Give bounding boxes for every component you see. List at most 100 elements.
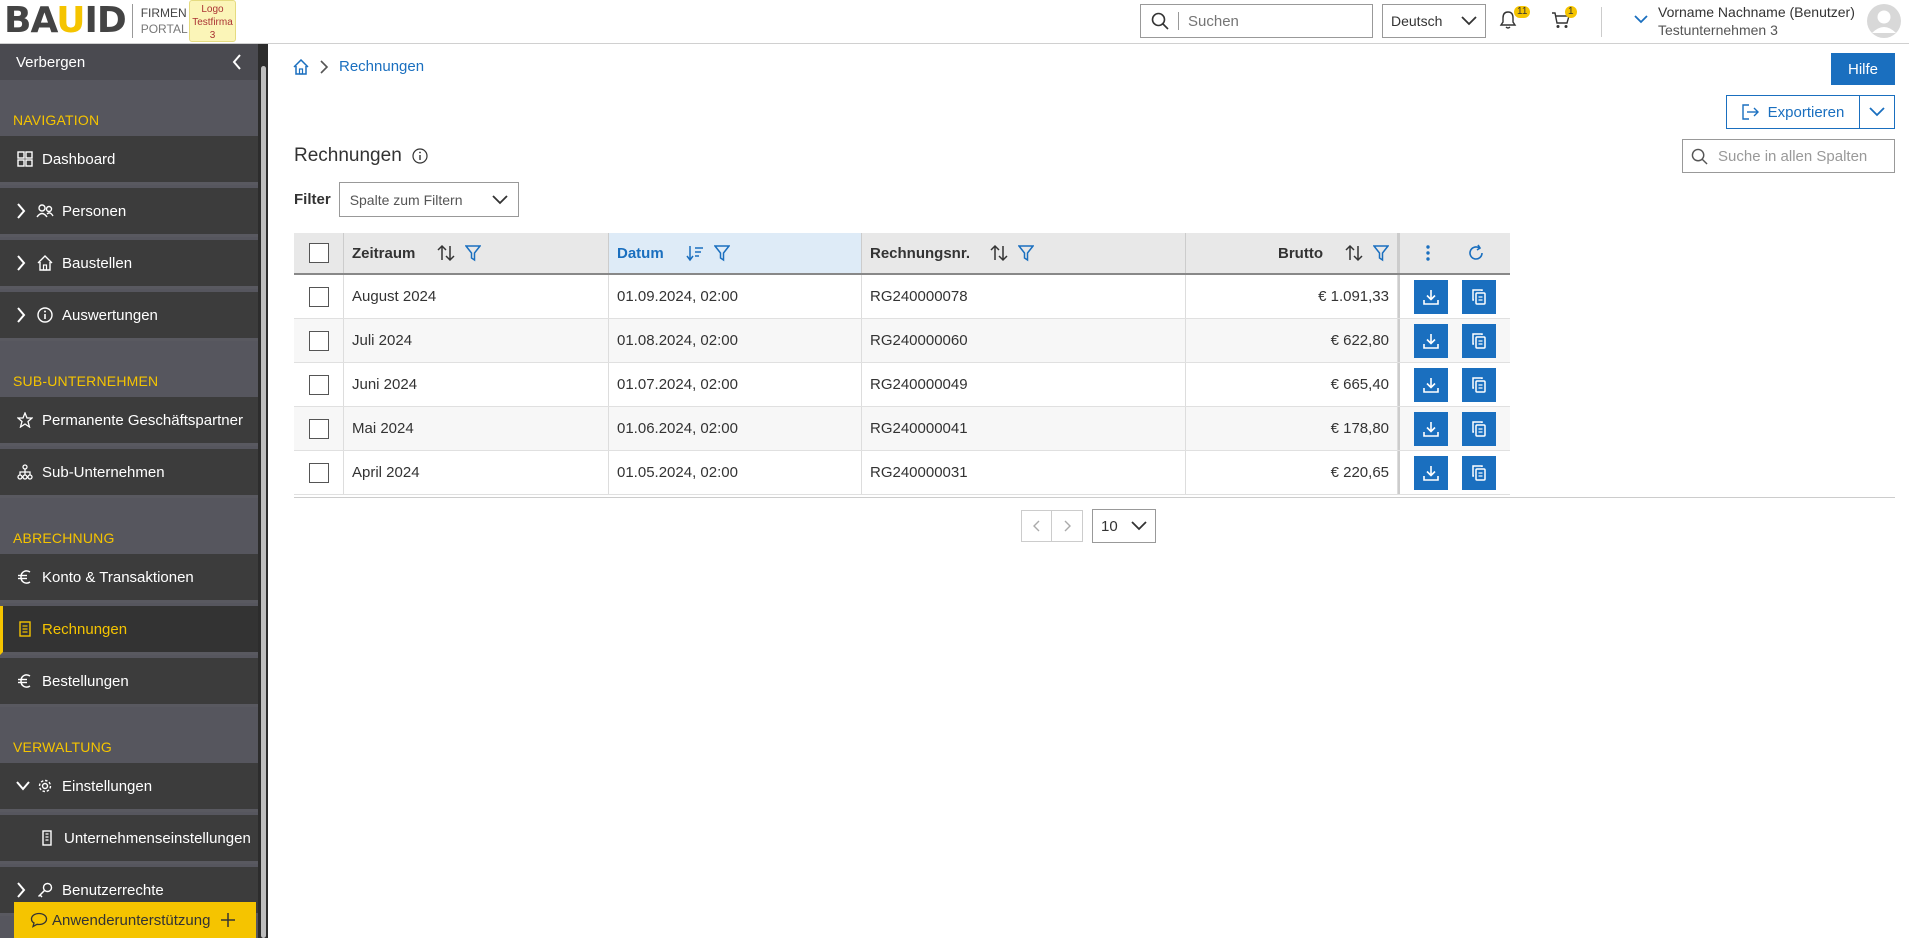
home-icon[interactable] <box>293 58 309 75</box>
sidebar-item-sub-unternehmen[interactable]: Sub-Unternehmen <box>0 449 258 498</box>
search-input[interactable] <box>1188 12 1358 30</box>
page-size-select[interactable]: 10 <box>1092 509 1156 543</box>
table-row[interactable]: April 2024 01.05.2024, 02:00 RG240000031 € … <box>294 451 1510 495</box>
download-button[interactable] <box>1414 411 1448 446</box>
search-icon <box>1141 12 1179 30</box>
filter-label: Filter <box>294 191 331 208</box>
sidebar-item-rechnungen[interactable]: Rechnungen <box>0 606 258 655</box>
column-label: Rechnungsnr. <box>870 244 971 262</box>
section-verwaltung: VERWALTUNG <box>13 739 112 755</box>
sidebar-item-personen[interactable]: Personen <box>0 188 258 237</box>
filter-icon[interactable] <box>1018 244 1035 262</box>
sort-icon[interactable] <box>437 244 455 262</box>
copy-button[interactable] <box>1462 279 1496 314</box>
support-button[interactable]: Anwenderunterstützung <box>14 902 256 938</box>
sidebar-item-label: Personen <box>62 202 127 220</box>
filter-icon[interactable] <box>1373 244 1389 262</box>
sidebar-item-label: Unternehmenseinstellungen <box>64 829 251 847</box>
breadcrumb-current[interactable]: Rechnungen <box>339 58 424 75</box>
filter-icon[interactable] <box>465 244 482 262</box>
refresh-icon[interactable] <box>1467 244 1485 262</box>
download-button[interactable] <box>1414 455 1448 490</box>
cart-button[interactable]: 1 <box>1551 6 1577 30</box>
filter-column-select[interactable]: Spalte zum Filtern <box>338 182 519 217</box>
cell-rechnungsnr: RG240000060 <box>862 319 1186 362</box>
cell-zeitraum: August 2024 <box>344 275 609 318</box>
copy-button[interactable] <box>1462 323 1496 358</box>
chevron-left-icon <box>232 54 241 70</box>
table-row[interactable]: Juni 2024 01.07.2024, 02:00 RG240000049 € 6… <box>294 363 1510 407</box>
filter-select-value: Spalte zum Filtern <box>349 191 463 208</box>
sidebar-item-label: Rechnungen <box>42 620 128 638</box>
prev-page-button[interactable] <box>1021 510 1052 542</box>
sidebar-item-dashboard[interactable]: Dashboard <box>0 136 258 185</box>
row-checkbox[interactable] <box>308 286 329 307</box>
help-button[interactable]: Hilfe <box>1831 53 1895 85</box>
language-value: Deutsch <box>1391 13 1443 29</box>
company-logo: Logo Testfirma 3 <box>189 0 236 42</box>
sidebar-hide-toggle[interactable]: Verbergen <box>0 44 258 80</box>
global-search[interactable] <box>1140 4 1373 38</box>
sidebar-item-label: Einstellungen <box>62 777 153 795</box>
export-button[interactable]: Exportieren <box>1726 95 1860 129</box>
sidebar-item-auswertungen[interactable]: Auswertungen <box>0 292 258 341</box>
avatar-icon <box>1867 4 1901 38</box>
export-label: Exportieren <box>1767 103 1845 121</box>
row-actions <box>1398 363 1510 406</box>
sort-descending-icon[interactable] <box>686 244 704 262</box>
cell-brutto: € 178,80 <box>1186 407 1398 450</box>
more-vertical-icon[interactable] <box>1425 244 1431 262</box>
row-checkbox[interactable] <box>308 374 329 395</box>
sidebar-item-einstellungen[interactable]: Einstellungen <box>0 763 258 812</box>
next-page-button[interactable] <box>1052 510 1083 542</box>
bauid-logo[interactable]: BAUID FIRMEN PORTAL <box>4 2 188 40</box>
row-select-cell <box>294 407 344 450</box>
column-header-datum[interactable]: Datum <box>609 233 862 273</box>
copy-button[interactable] <box>1462 367 1496 402</box>
column-header-brutto[interactable]: Brutto <box>1186 233 1398 273</box>
download-button[interactable] <box>1414 279 1448 314</box>
sidebar-item-unternehmenseinstellungen[interactable]: Unternehmenseinstellungen <box>0 815 258 864</box>
export-dropdown-button[interactable] <box>1860 95 1895 129</box>
row-checkbox[interactable] <box>308 330 329 351</box>
notifications-button[interactable]: 11 <box>1498 6 1531 30</box>
sidebar-item-bestellungen[interactable]: Bestellungen <box>0 658 258 707</box>
sort-icon[interactable] <box>1345 244 1363 262</box>
sort-icon[interactable] <box>990 244 1008 262</box>
row-checkbox[interactable] <box>308 418 329 439</box>
sidebar-item-permanente-geschaeftspartner[interactable]: Permanente Geschäftspartner <box>0 397 258 446</box>
chat-icon <box>30 912 48 928</box>
cell-zeitraum: Juni 2024 <box>344 363 609 406</box>
column-header-zeitraum[interactable]: Zeitraum <box>344 233 609 273</box>
copy-icon <box>1472 376 1486 393</box>
copy-icon <box>1472 464 1486 481</box>
plus-icon <box>221 913 236 927</box>
star-icon <box>16 412 34 428</box>
copy-button[interactable] <box>1462 455 1496 490</box>
sidebar-item-konto-transaktionen[interactable]: Konto & Transaktionen <box>0 554 258 603</box>
avatar[interactable] <box>1866 3 1902 39</box>
row-checkbox[interactable] <box>308 462 329 483</box>
logo-sub-portal: PORTAL <box>140 22 188 36</box>
info-icon[interactable] <box>412 148 428 164</box>
building-icon <box>38 830 56 846</box>
table-row[interactable]: Mai 2024 01.06.2024, 02:00 RG240000041 € 17… <box>294 407 1510 451</box>
filter-icon[interactable] <box>713 244 730 262</box>
chevron-right-icon <box>320 59 329 74</box>
language-select[interactable]: Deutsch <box>1382 4 1486 38</box>
table-row[interactable]: Juli 2024 01.08.2024, 02:00 RG240000060 € 6… <box>294 319 1510 363</box>
select-all-checkbox[interactable] <box>308 243 329 263</box>
sidebar-scrollbar-thumb[interactable] <box>261 66 266 938</box>
column-search[interactable]: Suche in allen Spalten <box>1682 139 1895 173</box>
export-split-button: Exportieren <box>1726 95 1895 129</box>
sidebar-item-baustellen[interactable]: Baustellen <box>0 240 258 289</box>
download-icon <box>1423 333 1439 349</box>
download-button[interactable] <box>1414 367 1448 402</box>
table-row[interactable]: August 2024 01.09.2024, 02:00 RG240000078 €… <box>294 275 1510 319</box>
column-header-rechnungsnr[interactable]: Rechnungsnr. <box>862 233 1186 273</box>
select-all-cell <box>294 233 344 273</box>
copy-button[interactable] <box>1462 411 1496 446</box>
download-button[interactable] <box>1414 323 1448 358</box>
euro-icon <box>16 569 34 585</box>
cell-datum: 01.06.2024, 02:00 <box>609 407 862 450</box>
